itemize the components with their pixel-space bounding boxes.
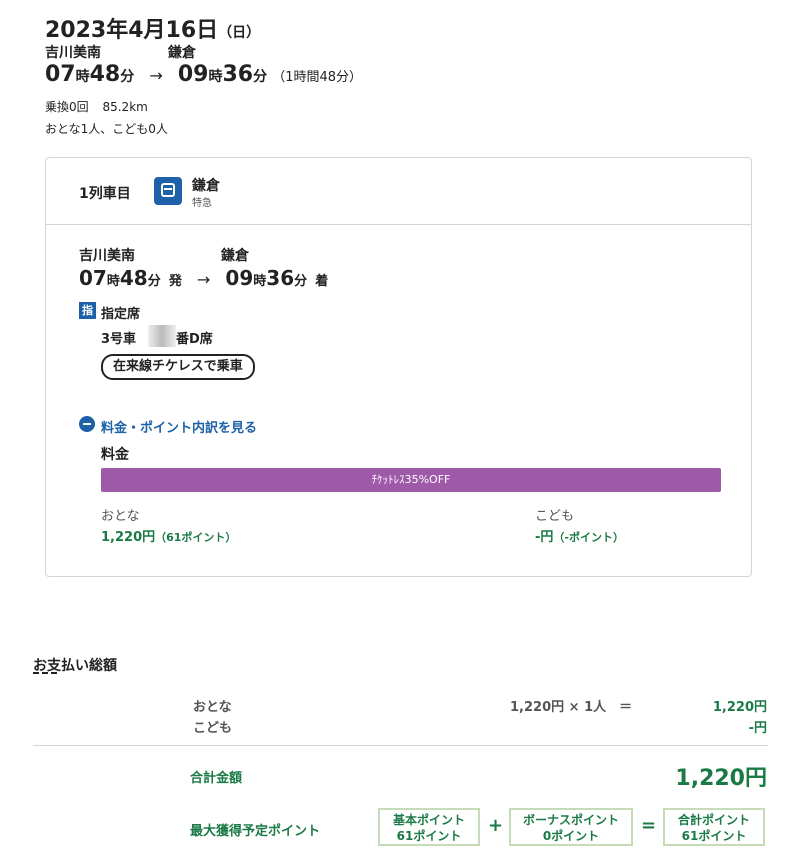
arrow-icon: →: [149, 66, 163, 85]
arrow-icon: →: [196, 270, 211, 289]
dep-hour: 07: [45, 62, 76, 87]
card-arr-hour: 09: [225, 266, 254, 290]
title-underline: [33, 672, 57, 674]
child-fare: -円（-ポイント）: [535, 526, 624, 545]
transfers: 乗換0回: [45, 100, 89, 114]
min-unit: 分: [294, 274, 308, 289]
equals-icon: =: [641, 815, 657, 836]
card-from-station: 吉川美南: [79, 248, 135, 264]
hour-unit: 時: [253, 274, 267, 289]
base-points-box: 基本ポイント 61ポイント: [378, 808, 480, 846]
pay-child-total: -円: [748, 721, 767, 736]
plus-icon: +: [488, 815, 504, 836]
sum-points-box: 合計ポイント 61ポイント: [663, 808, 765, 846]
card-dep-min: 48: [119, 266, 148, 290]
dep-suffix: 発: [168, 274, 182, 289]
fare-breakdown-link[interactable]: 料金・ポイント内訳を見る: [101, 417, 257, 436]
collapse-minus-icon[interactable]: [79, 416, 95, 432]
weekday-text: （日）: [218, 25, 261, 41]
ticketless-badge: 在来線チケレスで乗車: [101, 354, 255, 380]
train-type: 特急: [192, 198, 212, 209]
adult-fare: 1,220円（61ポイント）: [101, 526, 236, 545]
card-divider: [46, 224, 751, 225]
header-time-row: 07時48分 → 09時36分 （1時間48分）: [45, 62, 362, 87]
arr-hour: 09: [177, 62, 209, 87]
header-from-station: 吉川美南: [45, 45, 101, 61]
sum-points-label: 合計ポイント: [677, 813, 750, 827]
sum-points-value: 61ポイント: [681, 829, 747, 843]
base-points-value: 61ポイント: [396, 829, 462, 843]
train-card: 1列車目 鎌倉 特急 吉川美南 鎌倉 07時48分 発 → 09時36分 着 指…: [45, 157, 752, 577]
arr-min: 36: [222, 62, 254, 87]
total-label: 合計金額: [190, 771, 243, 786]
card-to-station: 鎌倉: [221, 248, 249, 264]
pay-adult-total: 1,220円: [712, 700, 767, 715]
child-points: （-ポイント）: [553, 531, 624, 544]
min-unit: 分: [147, 274, 161, 289]
total-value: 1,220円: [675, 766, 767, 791]
payment-divider: [33, 745, 768, 746]
date-text: 2023年4月16日: [45, 18, 219, 43]
hour-unit: 時: [208, 69, 223, 85]
train-icon: [154, 177, 182, 205]
distance: 85.2km: [102, 100, 148, 114]
hour-unit: 時: [106, 274, 120, 289]
bonus-points-value: 0ポイント: [542, 829, 600, 843]
arr-suffix: 着: [315, 274, 329, 289]
bonus-points-box: ボーナスポイント 0ポイント: [509, 808, 633, 846]
trip-stats: 乗換0回 85.2km: [45, 98, 148, 115]
adult-price: 1,220円: [101, 530, 156, 545]
min-unit: 分: [253, 69, 268, 85]
hour-unit: 時: [75, 69, 90, 85]
card-arr-min: 36: [266, 266, 295, 290]
pay-adult-label: おとな: [193, 700, 232, 715]
discount-banner: ﾁｹｯﾄﾚｽ35%OFF: [101, 468, 721, 492]
min-unit: 分: [120, 69, 135, 85]
reserved-seat-icon: 指: [79, 302, 96, 319]
passenger-count: おとな1人、こども0人: [45, 122, 168, 136]
adult-label: おとな: [101, 509, 140, 524]
adult-points: （61ポイント）: [155, 531, 237, 544]
dep-min: 48: [89, 62, 121, 87]
trip-date: 2023年4月16日（日）: [45, 12, 260, 44]
seat-class: 指定席: [101, 307, 141, 322]
fare-label: 料金: [101, 447, 129, 463]
child-label: こども: [535, 509, 575, 524]
header-to-station: 鎌倉: [168, 45, 196, 61]
seat-number-redacted: [148, 325, 176, 347]
bonus-points-label: ボーナスポイント: [522, 813, 619, 827]
card-time-row: 07時48分 発 → 09時36分 着: [79, 266, 328, 290]
car-label: 1列車目: [79, 186, 131, 202]
car-number: 3号車: [101, 332, 137, 347]
pay-adult-calc: 1,220円 × 1人 ＝: [510, 700, 633, 715]
points-label: 最大獲得予定ポイント: [190, 824, 321, 839]
pay-child-label: こども: [193, 721, 233, 736]
train-name: 鎌倉: [192, 178, 220, 194]
card-dep-hour: 07: [79, 266, 107, 290]
seat-suffix: 番D席: [176, 332, 213, 347]
duration: （1時間48分）: [272, 70, 363, 85]
child-price: -円: [535, 530, 554, 545]
base-points-label: 基本ポイント: [392, 813, 465, 827]
